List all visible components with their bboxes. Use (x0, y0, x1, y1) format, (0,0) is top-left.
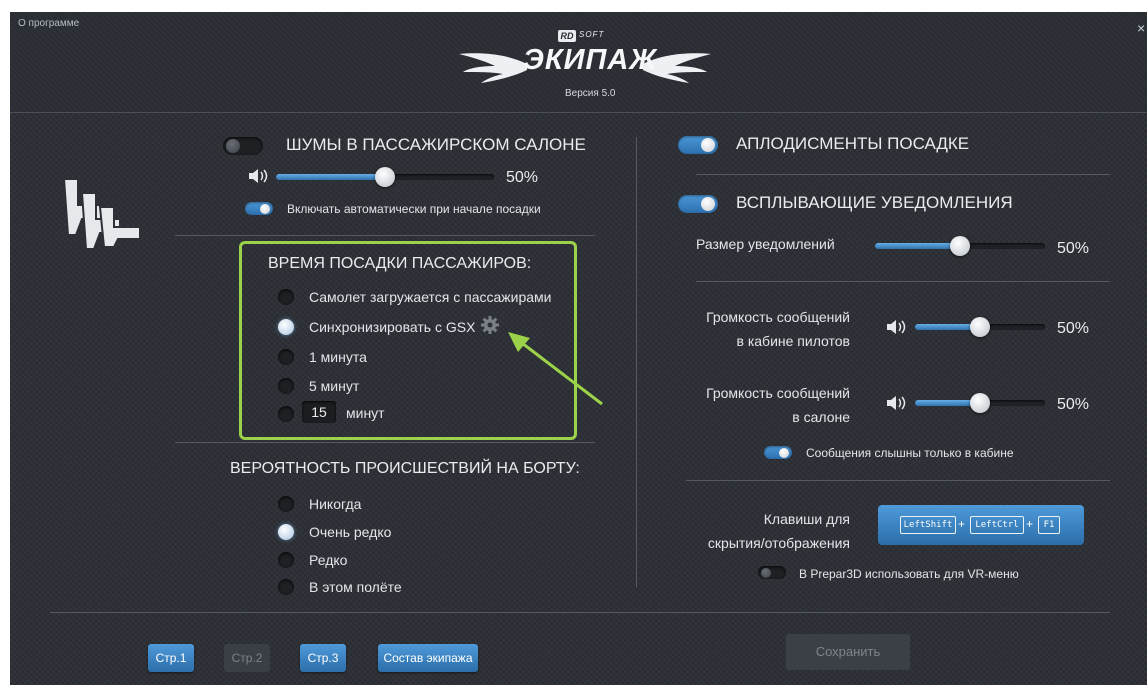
speaker-icon (887, 320, 906, 334)
boarding-option-1min[interactable] (278, 349, 294, 365)
applause-label: АПЛОДИСМЕНТЫ ПОСАДКЕ (736, 134, 970, 153)
hotkeys-label-line2: скрытия/отображения (707, 535, 850, 551)
cockpit-volume-label-line1: Громкость сообщений (706, 309, 850, 325)
close-icon[interactable]: × (1137, 20, 1147, 36)
cockpit-volume-label: Громкость сообщений в кабине пилотов (670, 305, 850, 353)
slider-fill (276, 174, 385, 180)
slider-thumb[interactable] (970, 317, 990, 337)
incidents-title: ВЕРОЯТНОСТЬ ПРОИСШЕСТВИЙ НА БОРТУ: (230, 460, 580, 477)
divider (175, 235, 595, 236)
header: О программе × RD SOFT ЭКИПАЖ Версия 5.0 (10, 12, 1147, 113)
slider-fill (875, 243, 960, 249)
soft-label: SOFT (579, 30, 605, 39)
cabin-noise-volume-value: 50% (506, 169, 539, 186)
boarding-minutes-input[interactable]: 15 (302, 401, 336, 423)
divider (686, 480, 1110, 481)
incident-option-label: Редко (309, 552, 348, 568)
incident-option-very-rare[interactable] (278, 524, 294, 540)
boarding-option-5min[interactable] (278, 378, 294, 394)
boarding-option-gsx[interactable] (278, 319, 294, 335)
toggle-knob (761, 567, 771, 578)
cockpit-volume-value: 50% (1057, 320, 1090, 337)
auto-on-boarding-toggle[interactable] (245, 202, 273, 215)
speaker-icon (249, 169, 268, 183)
boarding-option-loaded[interactable] (278, 289, 294, 305)
toggle-knob (226, 139, 240, 153)
cabin-volume-value: 50% (1057, 396, 1090, 413)
boarding-option-custom[interactable] (278, 406, 294, 422)
hotkeys-label: Клавиши для скрытия/отображения (670, 507, 850, 555)
key-f1: F1 (1038, 516, 1060, 534)
cockpit-volume-slider[interactable] (915, 315, 1045, 339)
popups-toggle[interactable] (678, 195, 718, 213)
settings-window: О программе × RD SOFT ЭКИПАЖ Версия 5.0 … (10, 12, 1147, 685)
gear-icon[interactable] (480, 315, 500, 335)
rd-badge: RD (558, 30, 576, 42)
cabin-noise-toggle[interactable] (223, 137, 263, 155)
auto-on-boarding-label: Включать автоматически при начале посадк… (287, 202, 541, 216)
annotation-arrow (508, 332, 603, 406)
logo: RD SOFT ЭКИПАЖ Версия 5.0 (459, 26, 711, 106)
vr-menu-label: В Prepar3D использовать для VR-меню (799, 567, 1019, 581)
divider (175, 442, 595, 443)
cabin-noise-volume-slider[interactable] (276, 165, 494, 189)
notif-size-label: Размер уведомлений (696, 236, 835, 252)
notif-size-slider[interactable] (875, 234, 1045, 258)
cockpit-only-toggle[interactable] (764, 446, 792, 459)
cockpit-volume-label-line2: в кабине пилотов (736, 333, 850, 349)
cockpit-only-label: Сообщения слышны только в кабине (806, 446, 1014, 460)
column-divider (636, 137, 637, 587)
version-label: Версия 5.0 (565, 88, 616, 99)
hotkeys-label-line1: Клавиши для (763, 511, 850, 527)
page3-button[interactable]: Стр.3 (300, 644, 346, 672)
incident-option-rare[interactable] (278, 552, 294, 568)
plus-sign: + (958, 517, 966, 531)
save-button[interactable]: Сохранить (786, 634, 910, 670)
incident-option-never[interactable] (278, 496, 294, 512)
toggle-knob (260, 203, 270, 214)
cabin-volume-label-line1: Громкость сообщений (706, 385, 850, 401)
applause-toggle[interactable] (678, 136, 718, 154)
cabin-noise-label: ШУМЫ В ПАССАЖИРСКОМ САЛОНЕ (286, 135, 586, 154)
app-title: ЭКИПАЖ (523, 44, 658, 76)
page2-button[interactable]: Стр.2 (224, 644, 270, 672)
toggle-knob (701, 138, 715, 152)
boarding-time-title: ВРЕМЯ ПОСАДКИ ПАССАЖИРОВ: (268, 255, 532, 272)
boarding-option-label: 5 минут (309, 378, 360, 394)
boarding-option-label: Самолет загружается с пассажирами (309, 289, 552, 305)
incident-option-label: В этом полёте (309, 579, 402, 595)
incident-option-this-flight[interactable] (278, 579, 294, 595)
plus-sign: + (1026, 517, 1034, 531)
speaker-icon (887, 396, 906, 410)
toggle-knob (701, 197, 715, 211)
incident-option-label: Очень редко (309, 524, 392, 540)
boarding-option-label: минут (346, 405, 385, 421)
divider (696, 174, 1110, 175)
left-wing-icon (459, 53, 527, 83)
divider (696, 281, 1110, 282)
key-leftshift: LeftShift (900, 516, 956, 534)
vr-menu-toggle[interactable] (758, 566, 786, 579)
about-link[interactable]: О программе (18, 18, 79, 29)
passenger-seats-icon (62, 178, 141, 249)
cabin-volume-slider[interactable] (915, 391, 1045, 415)
notif-size-value: 50% (1057, 240, 1090, 257)
cabin-volume-label: Громкость сообщений в салоне (670, 381, 850, 429)
cabin-volume-label-line2: в салоне (792, 409, 850, 425)
crew-button[interactable]: Состав экипажа (378, 644, 478, 672)
divider (50, 612, 1110, 613)
slider-thumb[interactable] (375, 167, 395, 187)
boarding-option-label: Синхронизировать с GSX (309, 319, 476, 335)
toggle-knob (779, 447, 789, 458)
slider-thumb[interactable] (970, 393, 990, 413)
hotkeys-button[interactable]: LeftShift + LeftCtrl + F1 (878, 505, 1084, 545)
popups-label: ВСПЛЫВАЮЩИЕ УВЕДОМЛЕНИЯ (736, 193, 1013, 212)
incident-option-label: Никогда (309, 496, 362, 512)
page1-button[interactable]: Стр.1 (148, 644, 194, 672)
boarding-option-label: 1 минута (309, 349, 367, 365)
key-leftctrl: LeftCtrl (970, 516, 1024, 534)
slider-thumb[interactable] (950, 236, 970, 256)
